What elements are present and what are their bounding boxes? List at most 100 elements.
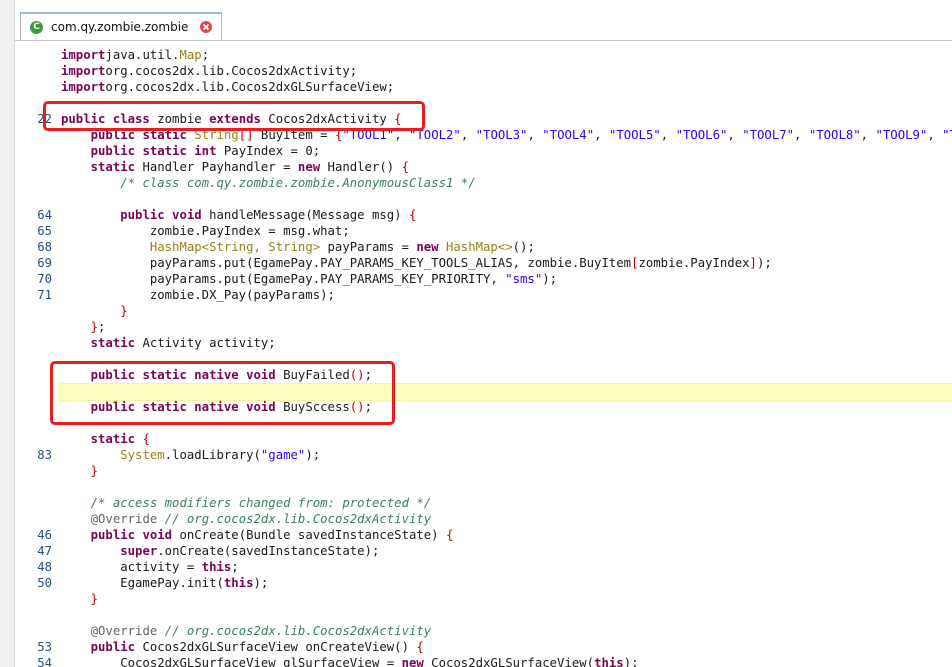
code-token: ); — [253, 576, 269, 590]
line-number: 64 — [37, 208, 52, 222]
annotation-box-native-methods — [50, 361, 395, 425]
code-line[interactable]: public static int PayIndex = 0; — [15, 143, 952, 159]
code-line[interactable]: 69 payParams.put(EgamePay.PAY_PARAMS_KEY… — [15, 255, 952, 271]
code-token: static — [90, 432, 136, 446]
code-line[interactable]: 54 Cocos2dxGLSurfaceView glSurfaceView =… — [15, 655, 952, 667]
code-line[interactable]: 46 public void onCreate(Bundle savedInst… — [15, 527, 952, 543]
code-text: EgamePay.init(this); — [61, 575, 268, 591]
code-text: importorg.cocos2dx.lib.Cocos2dxActivity; — [61, 63, 357, 79]
code-line[interactable]: } — [15, 591, 952, 607]
code-token: Handler Payhandler = — [135, 160, 298, 174]
line-number: 48 — [37, 560, 52, 574]
code-lines: importjava.util.Map; importorg.cocos2dx.l… — [15, 47, 952, 667]
code-text: public Cocos2dxGLSurfaceView onCreateVie… — [61, 639, 424, 655]
code-token: org.cocos2dx.lib.Cocos2dxGLSurfaceView; — [105, 80, 395, 94]
line-number: 69 — [37, 256, 52, 270]
code-token: { — [408, 208, 417, 222]
code-token: @Override — [90, 512, 158, 526]
code-line[interactable]: importjava.util.Map; — [15, 47, 952, 63]
code-token: { — [401, 160, 409, 174]
editor-tab[interactable]: C com.qy.zombie.zombie — [20, 12, 222, 40]
code-token: .loadLibrary( — [164, 448, 261, 462]
line-number: 54 — [37, 656, 52, 667]
code-token: @Override — [90, 624, 158, 638]
code-token: this — [201, 560, 232, 574]
code-token: "TOOL9" — [875, 128, 928, 142]
code-token: (); — [512, 240, 535, 254]
code-text: payParams.put(EgamePay.PAY_PARAMS_KEY_PR… — [61, 271, 557, 287]
code-line[interactable]: static Activity activity; — [15, 335, 952, 351]
code-line[interactable]: 83 System.loadLibrary("game"); — [15, 447, 952, 463]
code-token: Handler() — [320, 160, 402, 174]
code-token: /* class com.qy.zombie.zombie.AnonymousC… — [120, 176, 476, 190]
code-line[interactable]: } — [15, 463, 952, 479]
code-token: payParams.put(EgamePay.PAY_PARAMS_KEY_PR… — [61, 272, 506, 286]
code-line[interactable] — [15, 607, 952, 623]
annotation-box-class-declaration — [43, 101, 425, 131]
code-line[interactable]: static { — [15, 431, 952, 447]
code-token: public — [90, 640, 136, 654]
code-token: /* access modifiers changed from: protec… — [90, 496, 432, 510]
code-line[interactable]: @Override // org.cocos2dx.lib.Cocos2dxAc… — [15, 511, 952, 527]
code-line[interactable]: importorg.cocos2dx.lib.Cocos2dxGLSurface… — [15, 79, 952, 95]
code-line[interactable]: } — [15, 303, 952, 319]
code-token: , — [794, 128, 809, 142]
code-editor[interactable]: importjava.util.Map; importorg.cocos2dx.l… — [15, 41, 952, 667]
code-token: payParams.put(EgamePay.PAY_PARAMS_KEY_TO… — [61, 256, 632, 270]
code-line[interactable]: 71 zombie.DX_Pay(payParams); — [15, 287, 952, 303]
code-token: ); — [542, 272, 558, 286]
code-token: , — [594, 128, 609, 142]
code-line[interactable]: 48 activity = this; — [15, 559, 952, 575]
code-text: importorg.cocos2dx.lib.Cocos2dxGLSurface… — [61, 79, 394, 95]
code-line[interactable]: 65 zombie.PayIndex = msg.what; — [15, 223, 952, 239]
code-token: Cocos2dxGLSurfaceView glSurfaceView = — [61, 656, 402, 667]
code-text: static Activity activity; — [61, 335, 276, 351]
code-token: "TOOL5" — [608, 128, 661, 142]
code-token: { — [142, 432, 150, 446]
code-line[interactable]: }; — [15, 319, 952, 335]
code-line[interactable]: 53 public Cocos2dxGLSurfaceView onCreate… — [15, 639, 952, 655]
code-line[interactable] — [15, 479, 952, 495]
code-line[interactable]: importorg.cocos2dx.lib.Cocos2dxActivity; — [15, 63, 952, 79]
code-line[interactable]: /* access modifiers changed from: protec… — [15, 495, 952, 511]
code-line[interactable]: /* class com.qy.zombie.zombie.AnonymousC… — [15, 175, 952, 191]
code-token: // org.cocos2dx.lib.Cocos2dxActivity — [164, 624, 432, 638]
code-text: activity = this; — [61, 559, 238, 575]
close-icon[interactable] — [199, 20, 213, 34]
tab-bar: C com.qy.zombie.zombie — [15, 0, 952, 41]
code-token: public static int — [90, 144, 217, 158]
line-number: 71 — [37, 288, 52, 302]
code-token: HashMap<> — [446, 240, 513, 254]
code-token: , — [460, 128, 476, 142]
code-line[interactable]: 50 EgamePay.init(this); — [15, 575, 952, 591]
code-token: System — [120, 448, 165, 462]
code-line[interactable]: 70 payParams.put(EgamePay.PAY_PARAMS_KEY… — [15, 271, 952, 287]
code-token: // org.cocos2dx.lib.Cocos2dxActivity — [164, 512, 432, 526]
code-token: new — [416, 240, 439, 254]
code-token: new — [401, 656, 424, 667]
code-line[interactable]: @Override // org.cocos2dx.lib.Cocos2dxAc… — [15, 623, 952, 639]
code-line[interactable]: 68 HashMap<String, String> payParams = n… — [15, 239, 952, 255]
code-token: , — [660, 128, 676, 142]
code-token: { — [416, 640, 424, 654]
code-text: /* access modifiers changed from: protec… — [61, 495, 432, 511]
code-line[interactable] — [15, 191, 952, 207]
code-line[interactable]: static Handler Payhandler = new Handler(… — [15, 159, 952, 175]
code-token: "TOOL10" — [942, 128, 952, 142]
code-line[interactable]: 64 public void handleMessage(Message msg… — [15, 207, 952, 223]
code-token: ); — [623, 656, 639, 667]
code-line[interactable]: 47 super.onCreate(savedInstanceState); — [15, 543, 952, 559]
line-number: 53 — [37, 640, 52, 654]
code-token: EgamePay.init( — [61, 576, 224, 590]
